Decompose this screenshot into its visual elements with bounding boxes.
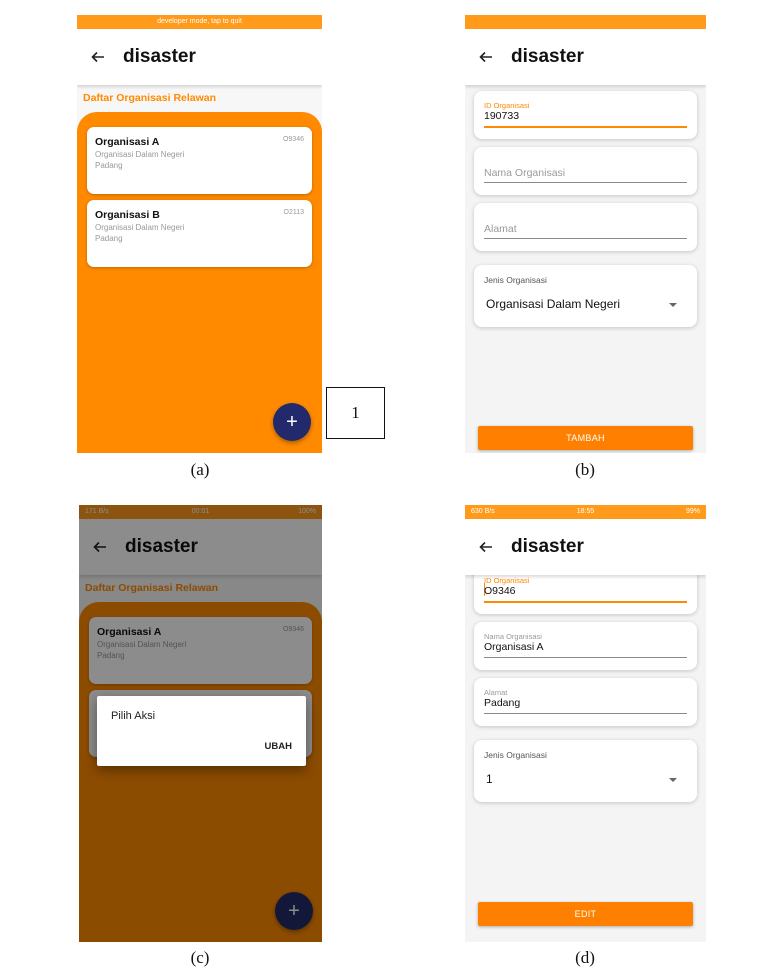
app-bar: disaster [77, 29, 322, 85]
org-address: Padang [95, 161, 123, 170]
org-name: Organisasi B [95, 209, 160, 221]
field-underline [484, 182, 687, 183]
alamat-field[interactable]: Alamat Padang [474, 678, 697, 726]
edit-button[interactable]: EDIT [478, 902, 693, 926]
jenis-organisasi-select[interactable]: Jenis Organisasi Organisasi Dalam Negeri [474, 265, 697, 327]
back-arrow-icon[interactable] [87, 46, 109, 68]
caption-c: (c) [190, 948, 210, 967]
status-bar: developer mode, tap to quit [77, 15, 322, 29]
org-address: Padang [95, 234, 123, 243]
dropdown-arrow-icon[interactable] [669, 303, 677, 307]
dialog-title: Pilih Aksi [111, 710, 156, 722]
jenis-organisasi-label: Jenis Organisasi [484, 275, 547, 285]
field-underline [484, 126, 687, 128]
app-bar: disaster [465, 29, 706, 85]
id-organisasi-field[interactable]: ID Organisasi 190733 [474, 91, 697, 139]
field-underline [484, 713, 687, 714]
nama-organisasi-field[interactable]: Nama Organisasi Organisasi A [474, 622, 697, 670]
form-area: ID Organisasi O9346 Nama Organisasi Orga… [465, 566, 706, 942]
app-title: disaster [123, 46, 196, 67]
org-type: Organisasi Dalam Negeri [95, 150, 185, 159]
status-bar: 630 B/s 18:55 99% [465, 505, 706, 519]
screen-a: developer mode, tap to quit disaster Daf… [77, 15, 322, 453]
ubah-button[interactable]: UBAH [265, 741, 292, 752]
caption-b: (b) [575, 460, 595, 479]
app-bar: disaster [465, 519, 706, 575]
alamat-placeholder: Alamat [484, 223, 517, 235]
clock: 18:55 [576, 508, 595, 515]
id-organisasi-value: 190733 [484, 110, 520, 122]
add-organization-button[interactable]: + [273, 403, 311, 441]
jenis-organisasi-value: Organisasi Dalam Negeri [486, 297, 621, 311]
tambah-button[interactable]: TAMBAH [478, 426, 693, 450]
id-organisasi-label: ID Organisasi [484, 576, 530, 585]
org-type: Organisasi Dalam Negeri [95, 223, 185, 232]
alamat-field[interactable]: Alamat [474, 203, 697, 251]
id-organisasi-label: ID Organisasi [484, 101, 530, 110]
form-area: ID Organisasi 190733 Nama Organisasi Ala… [465, 85, 706, 453]
nama-organisasi-value: Organisasi A [484, 641, 544, 653]
field-underline [484, 657, 687, 658]
developer-mode-banner[interactable]: developer mode, tap to quit [77, 18, 322, 25]
caption-d: (d) [575, 948, 595, 967]
org-code: O9346 [282, 136, 304, 143]
nama-organisasi-placeholder: Nama Organisasi [484, 167, 566, 179]
field-underline [484, 238, 687, 239]
nama-organisasi-label: Nama Organisasi [484, 632, 542, 641]
jenis-organisasi-label: Jenis Organisasi [484, 750, 547, 760]
screen-c: 171 B/s 00:01 100% disaster Daftar Organ… [79, 505, 322, 942]
screen-d: 630 B/s 18:55 99% disaster ID Organisasi… [465, 505, 706, 942]
alamat-value: Padang [484, 697, 521, 709]
org-code: O2113 [283, 209, 305, 216]
app-title: disaster [511, 536, 584, 557]
caption-a: (a) [190, 460, 210, 479]
pilih-aksi-dialog: Pilih Aksi UBAH [97, 696, 306, 766]
screen-b: disaster ID Organisasi 190733 Nama Organ… [465, 15, 706, 453]
jenis-organisasi-select[interactable]: Jenis Organisasi 1 [474, 740, 697, 802]
back-arrow-icon[interactable] [475, 536, 497, 558]
jenis-organisasi-value: 1 [486, 772, 493, 786]
callout-box: 1 [326, 387, 385, 439]
back-arrow-icon[interactable] [475, 46, 497, 68]
battery-level: 99% [685, 508, 700, 515]
plus-icon: + [286, 410, 298, 433]
org-name: Organisasi A [95, 136, 160, 148]
app-title: disaster [511, 46, 584, 67]
alamat-label: Alamat [484, 688, 508, 697]
status-bar [465, 15, 706, 29]
org-card-b[interactable]: Organisasi B Organisasi Dalam Negeri Pad… [87, 200, 312, 267]
org-card-a[interactable]: Organisasi A Organisasi Dalam Negeri Pad… [87, 127, 312, 194]
organization-list-panel: Organisasi A Organisasi Dalam Negeri Pad… [77, 112, 322, 453]
field-underline [484, 601, 687, 603]
dropdown-arrow-icon[interactable] [669, 778, 677, 782]
section-title: Daftar Organisasi Relawan [83, 92, 217, 104]
id-organisasi-value: O9346 [484, 585, 516, 597]
nama-organisasi-field[interactable]: Nama Organisasi [474, 147, 697, 195]
